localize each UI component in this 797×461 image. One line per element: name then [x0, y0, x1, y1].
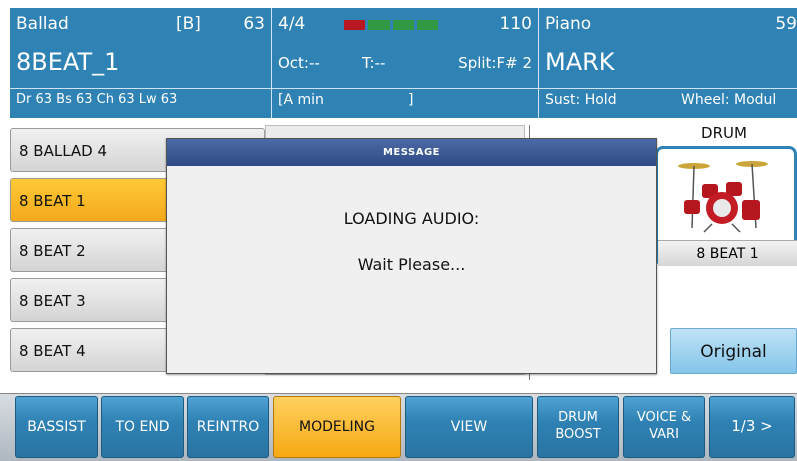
style-info-panel[interactable]: Ballad [B] 63 8BEAT_1 Dr 63 Bs 63 Ch 63 …	[10, 8, 272, 118]
page-next-button[interactable]: 1/3 >	[709, 396, 795, 458]
wheel-value: Wheel: Modul	[681, 92, 777, 108]
part-volumes: Dr 63 Bs 63 Ch 63 Lw 63	[16, 92, 178, 107]
tab-voice-vari[interactable]: VOICE & VARI	[623, 396, 705, 458]
chord-value: [A min	[278, 92, 324, 108]
split-value: Split:F# 2	[458, 54, 532, 72]
voice-info-panel[interactable]: Piano 59 MARK Sust: Hold Wheel: Modul	[539, 8, 797, 118]
tempo-beat-indicator	[344, 20, 438, 30]
drum-kit-icon	[678, 161, 768, 233]
octave-value: Oct:--	[278, 54, 320, 72]
transpose-value: T:--	[362, 54, 386, 72]
tab-to-end[interactable]: TO END	[101, 396, 184, 458]
voice-name: MARK	[545, 48, 615, 76]
dialog-message: LOADING AUDIO:	[343, 209, 480, 228]
style-bank: [B]	[176, 14, 201, 34]
style-name: 8BEAT_1	[16, 48, 120, 76]
tab-bassist[interactable]: BASSIST	[15, 396, 98, 458]
sustain-value: Sust: Hold	[545, 92, 617, 108]
tab-modeling[interactable]: MODELING	[273, 396, 401, 458]
tempo-panel[interactable]: 4/4 110 Oct:-- T:-- Split:F# 2 [A min ]	[272, 8, 539, 118]
style-category: Ballad	[16, 14, 69, 34]
drum-kit-name: 8 BEAT 1	[658, 240, 797, 266]
dialog-title: MESSAGE	[167, 139, 656, 166]
tempo-value: 110	[499, 14, 532, 34]
tab-reintro[interactable]: REINTRO	[187, 396, 269, 458]
drum-title: DRUM	[701, 124, 747, 142]
style-number: 63	[243, 14, 265, 34]
dialog-submessage: Wait Please...	[357, 255, 466, 274]
original-button[interactable]: Original	[670, 328, 797, 374]
message-dialog: MESSAGE LOADING AUDIO: Wait Please...	[166, 138, 657, 374]
voice-number: 59	[775, 14, 797, 34]
voice-category: Piano	[545, 14, 592, 34]
time-signature: 4/4	[278, 14, 306, 34]
tab-drum-boost[interactable]: DRUM BOOST	[537, 396, 619, 458]
status-header: Ballad [B] 63 8BEAT_1 Dr 63 Bs 63 Ch 63 …	[10, 8, 797, 118]
tab-view[interactable]: VIEW	[405, 396, 533, 458]
